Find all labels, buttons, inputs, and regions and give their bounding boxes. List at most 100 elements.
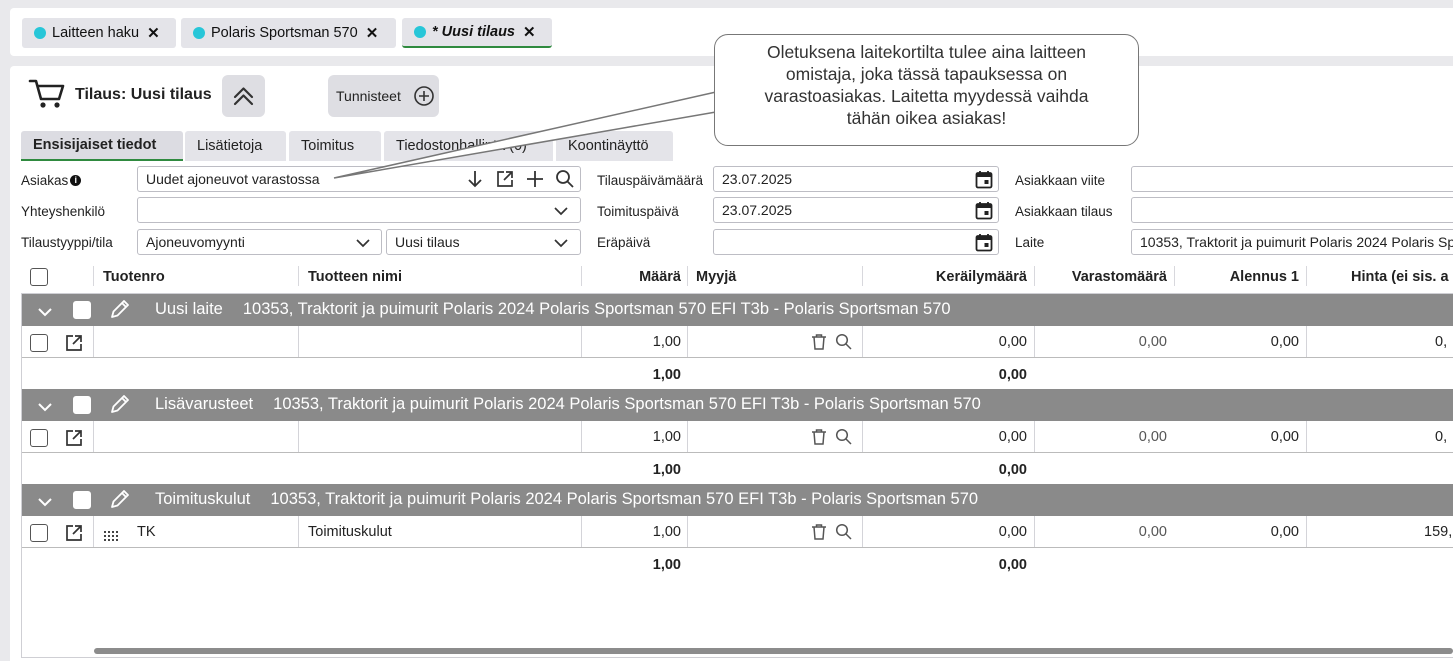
tab-label: * Uusi tilaus <box>432 24 515 40</box>
column-divider <box>298 326 299 358</box>
asiakkaan-viite-label: Asiakkaan viite <box>1015 173 1106 188</box>
erapaiva-field[interactable] <box>713 229 999 255</box>
chevron-down-icon[interactable] <box>38 494 52 510</box>
trash-icon[interactable] <box>811 523 827 544</box>
calendar-icon[interactable] <box>974 232 994 252</box>
column-divider <box>1306 326 1307 358</box>
toimituspvm-label: Toimituspäivä <box>597 204 679 219</box>
tilauspvm-field[interactable]: 23.07.2025 <box>713 166 999 192</box>
column-divider <box>93 516 94 548</box>
close-icon[interactable]: ✕ <box>366 24 379 42</box>
row-divider <box>22 547 1453 548</box>
header-tuotenro[interactable]: Tuotenro <box>103 269 165 285</box>
cell-keraily[interactable]: 0,00 <box>863 524 1027 540</box>
chevron-down-icon <box>355 237 371 249</box>
cell-hinta[interactable]: 159, <box>1424 524 1452 540</box>
search-icon[interactable] <box>835 333 853 354</box>
header-maara[interactable]: Määrä <box>582 269 681 285</box>
header-alennus[interactable]: Alennus 1 <box>1175 269 1299 285</box>
laite-field[interactable]: 10353, Traktorit ja puimurit Polaris 202… <box>1131 229 1453 255</box>
close-icon[interactable]: ✕ <box>523 23 536 41</box>
laite-value: 10353, Traktorit ja puimurit Polaris 202… <box>1140 234 1453 250</box>
header-kerailymaara[interactable]: Keräilymäärä <box>863 269 1027 285</box>
toimituspvm-field[interactable]: 23.07.2025 <box>713 197 999 223</box>
calendar-icon[interactable] <box>974 200 994 220</box>
cell-alennus[interactable]: 0,00 <box>1175 429 1299 445</box>
group-checkbox[interactable] <box>73 396 91 414</box>
close-icon[interactable]: ✕ <box>147 24 160 42</box>
open-external-icon[interactable] <box>64 428 84 451</box>
cell-tuotenro[interactable]: TK <box>137 524 156 540</box>
group-title: Lisävarusteet 10353, Traktorit ja puimuri… <box>155 395 981 413</box>
search-icon[interactable] <box>835 523 853 544</box>
cell-maara[interactable]: 1,00 <box>582 524 681 540</box>
header-myyja[interactable]: Myyjä <box>696 269 736 285</box>
info-icon[interactable]: i <box>70 175 82 186</box>
asiakkaan-tilaus-field[interactable] <box>1131 197 1453 223</box>
collapse-button[interactable] <box>222 75 265 117</box>
cell-hinta[interactable]: 0, <box>1435 334 1447 350</box>
chevron-down-icon[interactable] <box>38 304 52 320</box>
tab-laitteen-haku[interactable]: Laitteen haku ✕ <box>22 18 176 48</box>
calendar-icon[interactable] <box>974 169 994 189</box>
cell-maara[interactable]: 1,00 <box>582 429 681 445</box>
drag-handle-icon[interactable] <box>104 528 120 544</box>
select-all-checkbox[interactable] <box>30 268 48 286</box>
open-external-icon[interactable] <box>64 333 84 356</box>
column-divider <box>93 266 94 286</box>
row-checkbox[interactable] <box>30 334 48 352</box>
sum-keraily: 0,00 <box>998 462 1027 478</box>
tilaustyyppi-value: Ajoneuvomyynti <box>146 234 245 250</box>
tab-lisatietoja[interactable]: Lisätietoja <box>185 131 286 161</box>
tab-label: Lisätietoja <box>197 138 263 154</box>
tab-ensisijaiset[interactable]: Ensisijaiset tiedot <box>21 131 183 161</box>
tab-label: Polaris Sportsman 570 <box>211 25 358 41</box>
tila-value: Uusi tilaus <box>395 234 460 250</box>
header-varastomaara[interactable]: Varastomäärä <box>1035 269 1167 285</box>
asiakkaan-tilaus-label: Asiakkaan tilaus <box>1015 204 1113 219</box>
page-title: Tilaus: Uusi tilaus <box>75 86 212 103</box>
column-divider <box>298 266 299 286</box>
tab-uusi-tilaus[interactable]: * Uusi tilaus ✕ <box>402 18 552 48</box>
cell-maara[interactable]: 1,00 <box>582 334 681 350</box>
row-checkbox[interactable] <box>30 429 48 447</box>
column-divider <box>93 421 94 453</box>
tab-label: Ensisijaiset tiedot <box>33 137 157 153</box>
search-icon[interactable] <box>835 428 853 449</box>
column-divider <box>93 326 94 358</box>
cell-nimi[interactable]: Toimituskulut <box>308 524 392 540</box>
pencil-icon[interactable] <box>108 487 132 514</box>
open-external-icon[interactable] <box>64 523 84 546</box>
cell-hinta[interactable]: 0, <box>1435 429 1447 445</box>
asiakkaan-viite-field[interactable] <box>1131 166 1453 192</box>
cell-keraily[interactable]: 0,00 <box>863 429 1027 445</box>
column-divider <box>1306 266 1307 286</box>
chevron-down-icon <box>553 205 569 217</box>
tilaustyyppi-select[interactable]: Ajoneuvomyynti <box>137 229 382 255</box>
header-nimi[interactable]: Tuotteen nimi <box>308 269 402 285</box>
row-checkbox[interactable] <box>30 524 48 542</box>
annotation-callout: Oletuksena laitekortilta tulee aina lait… <box>714 34 1139 146</box>
group-checkbox[interactable] <box>73 491 91 509</box>
horizontal-scrollbar[interactable] <box>94 648 1453 654</box>
group-checkbox[interactable] <box>73 301 91 319</box>
asiakas-value: Uudet ajoneuvot varastossa <box>146 171 320 187</box>
cell-alennus[interactable]: 0,00 <box>1175 524 1299 540</box>
chevron-down-icon[interactable] <box>38 399 52 415</box>
asiakas-label: Asiakas i <box>21 173 82 188</box>
sum-maara: 1,00 <box>652 367 681 383</box>
trash-icon[interactable] <box>811 333 827 354</box>
pencil-icon[interactable] <box>108 297 132 324</box>
pencil-icon[interactable] <box>108 392 132 419</box>
cell-varasto: 0,00 <box>1138 334 1167 350</box>
group-title: Uusi laite 10353, Traktorit ja puimurit P… <box>155 300 951 318</box>
chevron-down-icon <box>553 237 569 249</box>
header-hinta[interactable]: Hinta (ei sis. a <box>1351 269 1449 285</box>
cell-keraily[interactable]: 0,00 <box>863 334 1027 350</box>
tab-polaris[interactable]: Polaris Sportsman 570 ✕ <box>181 18 396 48</box>
trash-icon[interactable] <box>811 428 827 449</box>
cell-alennus[interactable]: 0,00 <box>1175 334 1299 350</box>
row-divider <box>22 452 1453 453</box>
tila-select[interactable]: Uusi tilaus <box>386 229 581 255</box>
yhteyshenkilo-select[interactable] <box>137 197 581 223</box>
